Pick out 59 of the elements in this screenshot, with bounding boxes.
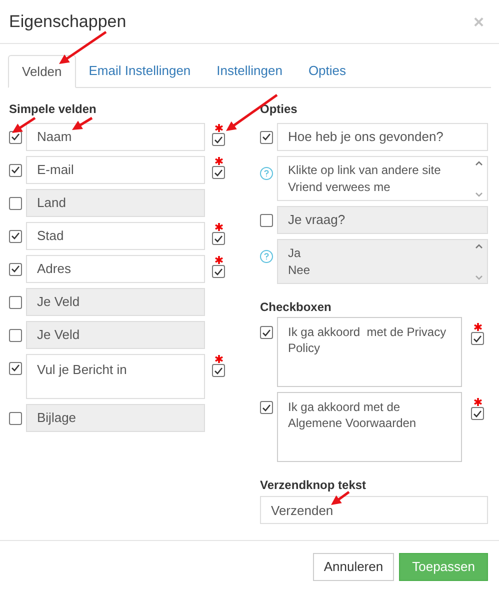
text-field[interactable]: Adres	[26, 255, 205, 283]
text-field[interactable]: Stad	[26, 222, 205, 250]
tab[interactable]: Email Instellingen	[76, 55, 204, 87]
checkbox[interactable]	[212, 133, 225, 146]
checkbox[interactable]	[212, 265, 225, 278]
section-heading: Opties	[260, 101, 298, 117]
annotation-arrow	[331, 490, 350, 505]
consent-text-area[interactable]: Ik ga akkoord met de Algemene Voorwaarden	[277, 392, 462, 462]
text-field[interactable]: Je Veld	[26, 321, 205, 349]
checkbox[interactable]	[260, 401, 273, 414]
scrollbar-icon	[475, 242, 483, 282]
text-field[interactable]: Bijlage	[26, 404, 205, 432]
required-asterisk-icon	[214, 124, 222, 132]
consent-text-area[interactable]: Ik ga akkoord met de Privacy Policy	[277, 317, 462, 387]
checkbox[interactable]	[9, 164, 22, 176]
cancel-button[interactable]: Annuleren	[312, 553, 394, 581]
checkbox[interactable]	[9, 196, 22, 210]
choice-option[interactable]: Klikte op link van andere site	[288, 162, 475, 178]
question-field[interactable]: Je vraag?	[277, 206, 488, 234]
annotation-arrow	[12, 116, 36, 133]
required-asterisk-icon	[214, 223, 222, 231]
text-field[interactable]: Vul je Bericht in	[26, 354, 205, 399]
checkbox[interactable]	[260, 214, 273, 226]
checkbox[interactable]	[212, 232, 225, 245]
checkbox[interactable]	[471, 407, 484, 420]
required-asterisk-icon	[214, 157, 222, 165]
text-field[interactable]: Je Veld	[26, 288, 205, 316]
checkbox[interactable]	[9, 412, 22, 424]
section-heading: Checkboxen	[260, 299, 332, 315]
checkbox[interactable]	[9, 328, 22, 342]
text-field[interactable]: Naam	[26, 123, 205, 151]
required-asterisk-icon	[474, 323, 482, 331]
checkbox[interactable]	[9, 296, 22, 308]
scrollbar-icon	[475, 159, 483, 199]
section-heading: Verzendknop tekst	[260, 477, 368, 493]
dialog-title: Eigenschappen	[9, 10, 126, 33]
annotation-arrow	[72, 116, 93, 130]
text-field[interactable]: E-mail	[26, 156, 205, 184]
checkbox[interactable]	[9, 362, 22, 374]
checkbox[interactable]	[260, 130, 273, 144]
required-asterisk-icon	[214, 355, 222, 363]
choice-option[interactable]: Vriend verwees me	[288, 178, 475, 196]
choices-list[interactable]: Klikte op link van andere site Vriend verwees me	[277, 156, 488, 201]
text-field[interactable]: Land	[26, 189, 205, 217]
question-field[interactable]: Hoe heb je ons gevonden?	[277, 123, 488, 151]
checkbox[interactable]	[9, 230, 22, 242]
annotation-arrow	[59, 30, 107, 64]
required-asterisk-icon	[214, 256, 222, 264]
checkbox[interactable]	[471, 332, 484, 345]
checkbox[interactable]	[212, 364, 225, 377]
tab[interactable]: Instellingen	[204, 55, 296, 87]
checkbox[interactable]	[9, 262, 22, 276]
tab[interactable]: Opties	[295, 55, 360, 87]
checkbox[interactable]	[260, 326, 273, 339]
section-heading: Simpele velden	[9, 101, 96, 117]
submit-text-field[interactable]: Verzenden	[260, 496, 488, 524]
checkbox[interactable]	[212, 166, 225, 179]
tab[interactable]: Velden	[8, 55, 76, 88]
required-asterisk-icon	[474, 398, 482, 406]
